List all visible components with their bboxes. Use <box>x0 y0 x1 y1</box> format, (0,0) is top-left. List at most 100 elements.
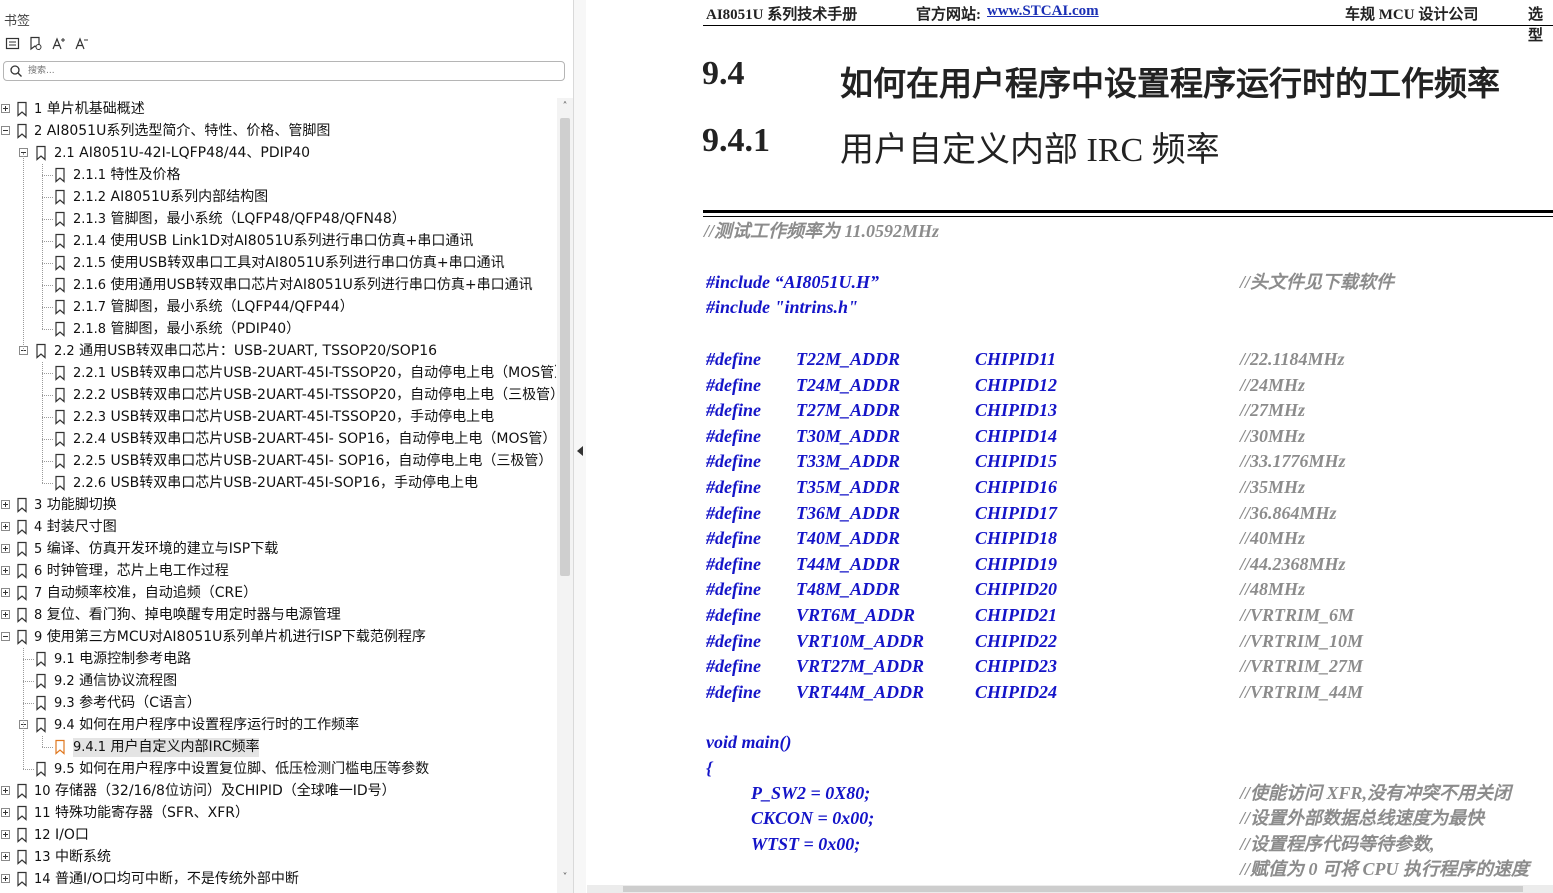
bookmark-icon <box>55 475 65 491</box>
bookmark-item[interactable]: 10 存储器（32/16/8位访问）及CHIPID（全球唯一ID号） <box>0 780 556 802</box>
bookmark-label: 2.2.1 USB转双串口芯片USB-2UART-45I-TSSOP20，自动停… <box>73 364 556 383</box>
code-define-value: CHIPID21 <box>975 605 1058 625</box>
code-define-keyword: #define <box>706 681 761 702</box>
font-decrease-icon[interactable] <box>73 35 89 51</box>
expand-icon[interactable] <box>1 830 10 839</box>
expand-icon[interactable] <box>1 104 10 113</box>
bookmark-title: 如何在用户程序中设置程序运行时的工作频率 <box>79 717 360 733</box>
collapse-icon[interactable] <box>1 126 10 135</box>
bookmark-item[interactable]: 11 特殊功能寄存器（SFR、XFR） <box>0 802 556 824</box>
bookmark-item[interactable]: 2.1.4 使用USB Link1D对AI8051U系列进行串口仿真+串口通讯 <box>0 230 556 252</box>
tree-connector <box>42 395 53 396</box>
expand-icon[interactable] <box>1 610 10 619</box>
expand-icon[interactable] <box>1 588 10 597</box>
sidebar-scrollbar[interactable]: ˄ ˅ <box>557 98 573 893</box>
bookmark-label: 2.1.2 AI8051U系列内部结构图 <box>73 188 268 207</box>
bookmark-item[interactable]: 4 封装尺寸图 <box>0 516 556 538</box>
bookmark-number: 2.1 <box>54 146 75 161</box>
bookmark-number: 2.2.5 <box>73 454 107 469</box>
bookmark-item[interactable]: 2 AI8051U系列选型简介、特性、价格、管脚图 <box>0 120 556 142</box>
subsection-title: 用户自定义内部 IRC 频率 <box>840 132 1220 169</box>
document-hscrollbar[interactable] <box>587 885 1553 893</box>
bookmark-number: 13 <box>34 850 51 865</box>
bookmark-item[interactable]: 2.1.8 管脚图，最小系统（PDIP40） <box>0 318 556 340</box>
bookmark-title: USB转双串口芯片USB-2UART-45I-TSSOP20，手动停电上电 <box>110 409 495 425</box>
bookmark-number: 4 <box>34 520 43 535</box>
bookmark-icon <box>55 431 65 447</box>
expand-icon[interactable] <box>1 852 10 861</box>
code-define-keyword: #define <box>706 400 761 421</box>
bookmark-item[interactable]: 2.2.2 USB转双串口芯片USB-2UART-45I-TSSOP20，自动停… <box>0 384 556 406</box>
scroll-up-icon[interactable]: ˄ <box>560 102 570 112</box>
bookmark-item[interactable]: 2.1.1 特性及价格 <box>0 164 556 186</box>
font-increase-icon[interactable] <box>50 35 66 51</box>
collapse-left-icon[interactable] <box>576 446 584 456</box>
expand-icon[interactable] <box>1 522 10 531</box>
code-rule <box>703 210 1553 213</box>
section-number: 9.4 <box>702 55 745 92</box>
bookmark-item[interactable]: 2.2 通用USB转双串口芯片：USB-2UART, TSSOP20/SOP16 <box>0 340 556 362</box>
list-view-icon[interactable] <box>4 35 20 51</box>
header-site-link[interactable]: www.STCAI.com <box>987 3 1099 20</box>
bookmark-item[interactable]: 2.1.3 管脚图，最小系统（LQFP48/QFP48/QFN48） <box>0 208 556 230</box>
bookmark-item[interactable]: 2.1.2 AI8051U系列内部结构图 <box>0 186 556 208</box>
bookmark-item[interactable]: 9.4.1 用户自定义内部IRC频率 <box>0 736 556 758</box>
bookmark-item[interactable]: 9.3 参考代码（C语言） <box>0 692 556 714</box>
bookmark-title: USB转双串口芯片USB-2UART-45I- SOP16，自动停电上电（MOS… <box>110 431 556 447</box>
bookmark-title: 如何在用户程序中设置复位脚、低压检测门槛电压等参数 <box>79 761 430 777</box>
bookmark-label: 9.2 通信协议流程图 <box>54 672 177 691</box>
panel-splitter[interactable] <box>574 0 586 893</box>
bookmark-item[interactable]: 2.1.7 管脚图，最小系统（LQFP44/QFP44） <box>0 296 556 318</box>
code-define-value: CHIPID18 <box>975 528 1058 549</box>
expand-icon[interactable] <box>1 544 10 553</box>
bookmark-item[interactable]: 9.5 如何在用户程序中设置复位脚、低压检测门槛电压等参数 <box>0 758 556 780</box>
bookmark-number: 2.1.5 <box>73 256 107 271</box>
bookmark-number: 2.1.8 <box>73 322 107 337</box>
code-define-value: CHIPID22 <box>975 630 1058 651</box>
bookmark-item[interactable]: 5 编译、仿真开发环境的建立与ISP下载 <box>0 538 556 560</box>
bookmark-item[interactable]: 2.2.1 USB转双串口芯片USB-2UART-45I-TSSOP20，自动停… <box>0 362 556 384</box>
bookmark-item[interactable]: 2.1.6 使用通用USB转双串口芯片对AI8051U系列进行串口仿真+串口通讯 <box>0 274 556 296</box>
bookmark-item[interactable]: 13 中断系统 <box>0 846 556 868</box>
bookmark-item[interactable]: 7 自动频率校准，自动追频（CRE） <box>0 582 556 604</box>
bookmark-number: 2.2.3 <box>73 410 107 425</box>
expand-icon[interactable] <box>1 566 10 575</box>
bookmark-item[interactable]: 9.1 电源控制参考电路 <box>0 648 556 670</box>
collapse-icon[interactable] <box>1 632 10 641</box>
subsection-number: 9.4.1 <box>702 122 770 159</box>
bookmark-item[interactable]: 2.1 AI8051U-42I-LQFP48/44、PDIP40 <box>0 142 556 164</box>
bookmark-item[interactable]: 2.2.4 USB转双串口芯片USB-2UART-45I- SOP16，自动停电… <box>0 428 556 450</box>
scroll-down-icon[interactable]: ˅ <box>560 873 570 883</box>
expand-icon[interactable] <box>1 500 10 509</box>
bookmark-item[interactable]: 12 I/O口 <box>0 824 556 846</box>
bookmark-item[interactable]: 2.1.5 使用USB转双串口工具对AI8051U系列进行串口仿真+串口通讯 <box>0 252 556 274</box>
bookmark-item[interactable]: 2.2.5 USB转双串口芯片USB-2UART-45I- SOP16，自动停电… <box>0 450 556 472</box>
bookmark-item[interactable]: 9.4 如何在用户程序中设置程序运行时的工作频率 <box>0 714 556 736</box>
bookmark-item[interactable]: 9.2 通信协议流程图 <box>0 670 556 692</box>
bookmark-item[interactable]: 2.2.6 USB转双串口芯片USB-2UART-45I-SOP16，手动停电上… <box>0 472 556 494</box>
bookmark-title: 参考代码（C语言） <box>79 695 201 711</box>
bookmark-search-box[interactable] <box>3 61 565 81</box>
tree-connector <box>42 329 53 330</box>
bookmark-item[interactable]: 9 使用第三方MCU对AI8051U系列单片机进行ISP下载范例程序 <box>0 626 556 648</box>
expand-icon[interactable] <box>1 874 10 883</box>
code-define-value: CHIPID19 <box>975 553 1058 574</box>
code-statement-comment: //设置外部数据总线速度为最快 <box>1240 808 1485 829</box>
bookmark-item[interactable]: 2.2.3 USB转双串口芯片USB-2UART-45I-TSSOP20，手动停… <box>0 406 556 428</box>
search-input[interactable] <box>28 63 548 78</box>
expand-icon[interactable] <box>1 786 10 795</box>
bookmark-item[interactable]: 6 时钟管理，芯片上电工作过程 <box>0 560 556 582</box>
hscrollbar-thumb[interactable] <box>623 886 1523 892</box>
tree-connector <box>42 241 53 242</box>
bookmark-icon <box>17 123 27 139</box>
bookmark-title: 特性及价格 <box>110 167 181 183</box>
bookmark-item[interactable]: 3 功能脚切换 <box>0 494 556 516</box>
expand-icon[interactable] <box>1 808 10 817</box>
bookmark-item[interactable]: 14 普通I/O口均可中断，不是传统外部中断 <box>0 868 556 890</box>
tree-connector <box>42 197 53 198</box>
bookmark-add-icon[interactable] <box>27 35 43 51</box>
bookmark-item[interactable]: 8 复位、看门狗、掉电唤醒专用定时器与电源管理 <box>0 604 556 626</box>
scrollbar-thumb[interactable] <box>560 118 570 576</box>
bookmark-label: 2.1.6 使用通用USB转双串口芯片对AI8051U系列进行串口仿真+串口通讯 <box>73 276 533 295</box>
bookmark-item[interactable]: 1 单片机基础概述 <box>0 98 556 120</box>
